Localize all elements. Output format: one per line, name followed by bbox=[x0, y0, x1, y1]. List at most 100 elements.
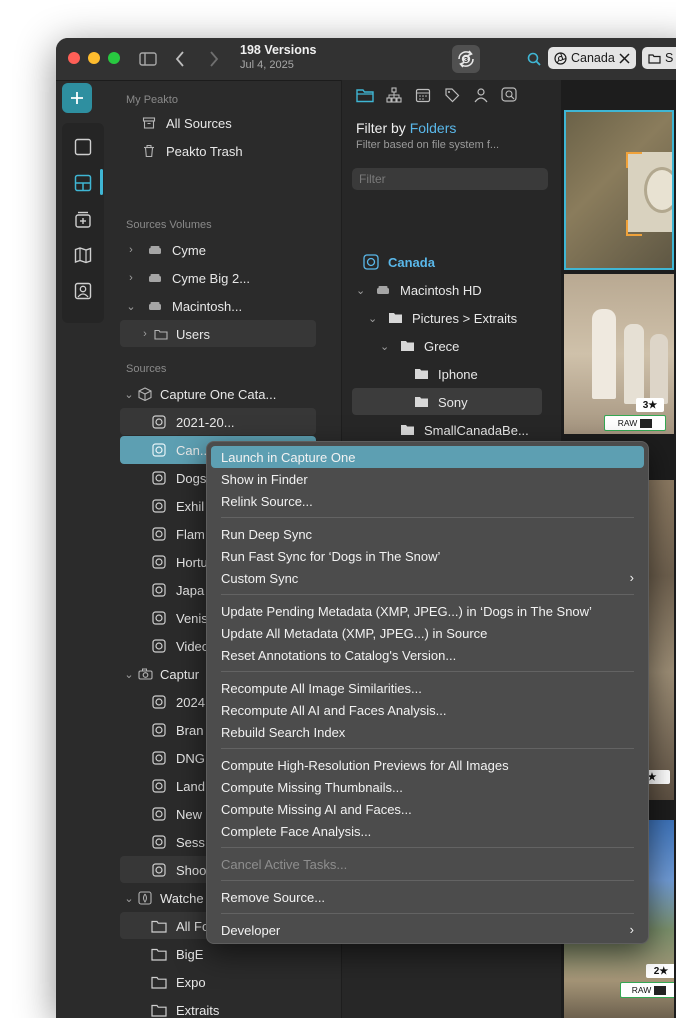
menu-separator bbox=[221, 517, 634, 518]
chevron-right-icon[interactable]: › bbox=[124, 244, 138, 256]
menu-item-recompute-ai-faces[interactable]: Recompute All AI and Faces Analysis... bbox=[211, 699, 644, 721]
folder-filter-pictures[interactable]: ⌄ Pictures > Extraits bbox=[368, 305, 517, 331]
folder-filter-macintosh[interactable]: ⌄ Macintosh HD bbox=[356, 277, 482, 303]
sidebar-item-catalog-hortu[interactable]: Hortu bbox=[150, 549, 208, 575]
minimize-window-button[interactable] bbox=[88, 52, 100, 64]
menu-item-run-fast-sync[interactable]: Run Fast Sync for ‘Dogs in The Snow’ bbox=[211, 545, 644, 567]
sidebar-item-session-shoo[interactable]: Shoo bbox=[150, 857, 206, 883]
chevron-down-icon[interactable]: ⌄ bbox=[368, 312, 382, 325]
sync-button[interactable]: 3 bbox=[452, 45, 480, 73]
sync-icon: 3 bbox=[458, 50, 474, 68]
tab-smart-search-icon[interactable] bbox=[501, 86, 519, 104]
tab-folders-icon[interactable] bbox=[356, 86, 374, 104]
menu-item-compute-previews[interactable]: Compute High-Resolution Previews for All… bbox=[211, 754, 644, 776]
window-title: 198 Versions bbox=[240, 43, 317, 57]
sidebar-item-session-2024[interactable]: 2024 bbox=[150, 689, 205, 715]
catalog-cube-icon bbox=[136, 385, 154, 403]
menu-item-update-all-metadata[interactable]: Update All Metadata (XMP, JPEG...) in So… bbox=[211, 622, 644, 644]
sidebar-item-catalog-venis[interactable]: Venis bbox=[150, 605, 208, 631]
folder-filter-canada[interactable]: Canada bbox=[362, 249, 435, 275]
sidebar-item-watched-expo[interactable]: Expo bbox=[150, 969, 206, 995]
map-icon[interactable] bbox=[71, 243, 95, 267]
menu-item-rebuild-search-index[interactable]: Rebuild Search Index bbox=[211, 721, 644, 743]
folder-filter-grece[interactable]: ⌄ Grece bbox=[380, 333, 459, 359]
chevron-down-icon[interactable]: ⌄ bbox=[122, 892, 136, 905]
forward-arrow-icon[interactable] bbox=[202, 47, 226, 71]
single-view-icon[interactable] bbox=[71, 135, 95, 159]
sidebar-item-users[interactable]: › Users bbox=[138, 321, 210, 347]
close-window-button[interactable] bbox=[68, 52, 80, 64]
thumbnail-selected[interactable] bbox=[564, 110, 674, 270]
sidebar-item-catalog-video[interactable]: Video bbox=[150, 633, 209, 659]
sidebar-item-catalog-flam[interactable]: Flam bbox=[150, 521, 205, 547]
chevron-down-icon[interactable]: ⌄ bbox=[124, 300, 138, 313]
chevron-down-icon[interactable]: ⌄ bbox=[122, 388, 136, 401]
search-token-folder[interactable]: S bbox=[642, 47, 676, 69]
sidebar-item-session-land[interactable]: Land bbox=[150, 773, 205, 799]
sidebar-item-watched-bige[interactable]: BigE bbox=[150, 941, 203, 967]
sidebar-item-peakto-trash[interactable]: Peakto Trash bbox=[140, 138, 243, 164]
menu-item-remove-source[interactable]: Remove Source... bbox=[211, 886, 644, 908]
folder-filter-label: Iphone bbox=[438, 366, 478, 382]
sidebar-item-volume-cyme-big[interactable]: › Cyme Big 2... bbox=[124, 265, 250, 291]
menu-item-recompute-similarities[interactable]: Recompute All Image Similarities... bbox=[211, 677, 644, 699]
rating-badge: 3 ★ bbox=[636, 398, 664, 412]
menu-item-compute-ai-faces[interactable]: Compute Missing AI and Faces... bbox=[211, 798, 644, 820]
sidebar-item-volume-macintosh[interactable]: ⌄ Macintosh... bbox=[124, 293, 242, 319]
add-button[interactable] bbox=[62, 83, 92, 113]
sidebar-item-catalog-2021[interactable]: 2021-20... bbox=[150, 409, 235, 435]
album-add-icon[interactable] bbox=[71, 207, 95, 231]
search-token-canada[interactable]: Canada bbox=[548, 47, 636, 69]
grid-view-icon[interactable] bbox=[71, 171, 95, 195]
zoom-window-button[interactable] bbox=[108, 52, 120, 64]
sidebar-item-watched-all[interactable]: All Fo bbox=[150, 913, 209, 939]
sidebar-item-catalog-japa[interactable]: Japa bbox=[150, 577, 204, 603]
menu-item-developer[interactable]: Developer › bbox=[211, 919, 644, 941]
menu-item-update-pending-metadata[interactable]: Update Pending Metadata (XMP, JPEG...) i… bbox=[211, 600, 644, 622]
tab-tag-icon[interactable] bbox=[443, 86, 461, 104]
sidebar-item-session-dng[interactable]: DNG bbox=[150, 745, 205, 771]
folder-filter-sony[interactable]: Sony bbox=[412, 389, 468, 415]
sidebar-item-label: Venis bbox=[176, 610, 208, 626]
sidebar-item-watched[interactable]: ⌄ Watche bbox=[122, 885, 203, 911]
menu-item-relink-source[interactable]: Relink Source... bbox=[211, 490, 644, 512]
folder-filter-iphone[interactable]: Iphone bbox=[412, 361, 478, 387]
chevron-right-icon[interactable]: › bbox=[124, 272, 138, 284]
sidebar-item-catalog-canada[interactable]: Can... bbox=[150, 437, 211, 463]
close-icon[interactable] bbox=[619, 52, 630, 64]
tab-calendar-icon[interactable] bbox=[414, 86, 432, 104]
sidebar-item-session-sess[interactable]: Sess bbox=[150, 829, 205, 855]
people-icon[interactable] bbox=[71, 279, 95, 303]
photo-detail bbox=[624, 324, 644, 404]
folder-filter-smallcanada[interactable]: SmallCanadaBe... bbox=[398, 417, 529, 443]
sidebar-item-capture-catalog[interactable]: ⌄ Capture One Cata... bbox=[122, 381, 276, 407]
sidebar-item-volume-cyme[interactable]: › Cyme bbox=[124, 237, 206, 263]
thumbnail[interactable]: 3 ★ RAW bbox=[564, 274, 674, 434]
tab-person-icon[interactable] bbox=[472, 86, 490, 104]
search-icon[interactable] bbox=[522, 47, 546, 71]
sidebar-item-watched-extraits[interactable]: Extraits bbox=[150, 997, 219, 1018]
tab-hierarchy-icon[interactable] bbox=[385, 86, 403, 104]
menu-item-launch-capture-one[interactable]: Launch in Capture One bbox=[211, 446, 644, 468]
back-arrow-icon[interactable] bbox=[168, 47, 192, 71]
camera-icon bbox=[136, 665, 154, 683]
sidebar-item-capture-second[interactable]: ⌄ Captur bbox=[122, 661, 199, 687]
menu-item-reset-annotations[interactable]: Reset Annotations to Catalog's Version..… bbox=[211, 644, 644, 666]
menu-item-custom-sync[interactable]: Custom Sync › bbox=[211, 567, 644, 589]
menu-item-compute-thumbnails[interactable]: Compute Missing Thumbnails... bbox=[211, 776, 644, 798]
menu-item-complete-face-analysis[interactable]: Complete Face Analysis... bbox=[211, 820, 644, 842]
menu-item-show-in-finder[interactable]: Show in Finder bbox=[211, 468, 644, 490]
sidebar-toggle-icon[interactable] bbox=[136, 47, 160, 71]
chevron-right-icon[interactable]: › bbox=[138, 328, 152, 340]
sidebar-item-all-sources[interactable]: All Sources bbox=[140, 110, 232, 136]
menu-item-run-deep-sync[interactable]: Run Deep Sync bbox=[211, 523, 644, 545]
chevron-down-icon[interactable]: ⌄ bbox=[122, 668, 136, 681]
sidebar-item-label: Flam bbox=[176, 526, 205, 542]
sidebar-item-session-bran[interactable]: Bran bbox=[150, 717, 203, 743]
sidebar-item-catalog-exhil[interactable]: Exhil bbox=[150, 493, 204, 519]
sidebar-item-label: Exhil bbox=[176, 498, 205, 514]
sidebar-item-session-new[interactable]: New bbox=[150, 801, 202, 827]
chevron-down-icon[interactable]: ⌄ bbox=[380, 340, 394, 353]
chevron-down-icon[interactable]: ⌄ bbox=[356, 284, 370, 297]
filter-input[interactable]: Filter bbox=[352, 168, 548, 190]
